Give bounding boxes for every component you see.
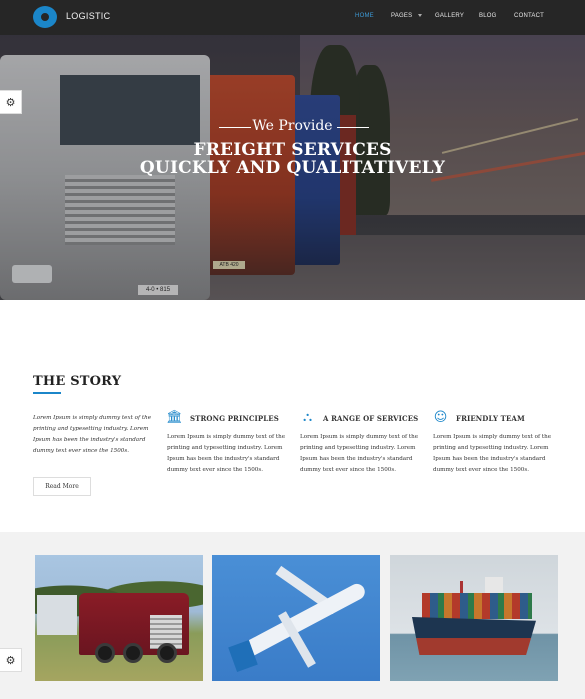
feature-title: STRONG PRINCIPLES: [190, 414, 279, 423]
story-intro: Lorem Ipsum is simply dummy text of the …: [33, 415, 152, 454]
feature-title: A RANGE OF SERVICES: [323, 414, 419, 423]
photo-trailer: [37, 595, 77, 635]
feature-text: Lorem Ipsum is simply dummy text of the …: [300, 434, 419, 473]
main-nav: HOME PAGES GALLERY BLOG CONTACT: [355, 13, 544, 19]
read-more-button[interactable]: Read More: [33, 477, 91, 496]
cargo-ship-photo[interactable]: [390, 555, 558, 681]
photo-wheel: [157, 643, 177, 663]
photo-ship-containers: [422, 593, 532, 619]
gear-icon[interactable]: ⚙: [0, 90, 22, 114]
feature-text: Lorem Ipsum is simply dummy text of the …: [167, 434, 286, 473]
gear-icon[interactable]: ⚙: [0, 648, 22, 672]
chevron-down-icon[interactable]: [418, 14, 422, 17]
section-title: THE STORY: [33, 374, 122, 389]
brand-name[interactable]: LOGISTIC: [66, 11, 110, 21]
nav-home[interactable]: HOME: [355, 13, 391, 19]
nav-blog[interactable]: BLOG: [479, 13, 514, 19]
photo-ship-hull: [412, 617, 536, 655]
nav-pages[interactable]: PAGES: [391, 13, 435, 19]
nav-contact[interactable]: CONTACT: [514, 13, 544, 19]
truck-photo[interactable]: [35, 555, 203, 681]
logo-ring-icon[interactable]: [33, 6, 57, 28]
nav-gallery[interactable]: GALLERY: [435, 13, 479, 19]
hero-title-line1: FREIGHT SERVICES: [193, 140, 392, 160]
photo-wheel: [123, 643, 143, 663]
sitemap-icon: ⛬: [302, 410, 313, 425]
bank-icon: 🏛: [166, 410, 183, 425]
top-navbar: LOGISTIC HOME PAGES GALLERY BLOG CONTACT: [0, 0, 585, 35]
hero-kicker: We Provide: [252, 118, 333, 134]
airplane-photo[interactable]: [212, 555, 380, 681]
photo-wheel: [95, 643, 115, 663]
smile-icon: ☺: [433, 410, 448, 425]
title-underline: [33, 392, 61, 394]
feature-text: Lorem Ipsum is simply dummy text of the …: [433, 434, 552, 473]
feature-title: FRIENDLY TEAM: [456, 414, 525, 423]
hero-title-line2: QUICKLY AND QUALITATIVELY: [139, 158, 446, 178]
kicker-line-right: [337, 127, 369, 128]
